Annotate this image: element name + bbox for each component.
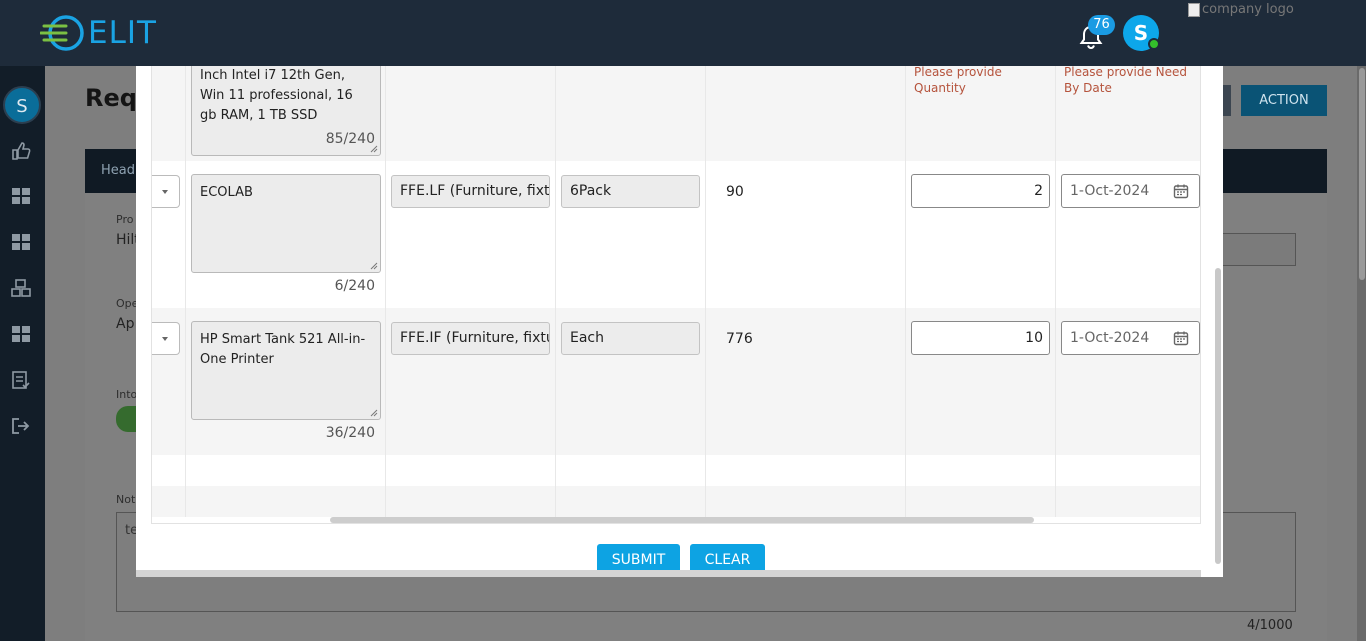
logo-text: ELIT [88, 15, 157, 51]
grid-icon[interactable] [11, 325, 31, 343]
calendar-icon[interactable] [1173, 330, 1189, 346]
sign-out-icon[interactable] [11, 417, 31, 435]
grid-icon[interactable] [11, 187, 31, 205]
description-text: HP Smart Tank 521 All-in-One Printer [200, 332, 366, 367]
item-select-dropdown[interactable] [152, 175, 180, 208]
description-textarea[interactable]: ECOLAB [191, 174, 381, 273]
quantity-error: Please provide Quantity [914, 66, 1002, 95]
chevron-down-icon [162, 337, 168, 341]
table-horizontal-scrollbar[interactable] [330, 517, 1034, 523]
category-field: FFE.LF (Furniture, fixtures [391, 175, 550, 208]
card-header-label: Head [101, 163, 135, 178]
need-by-date-input[interactable]: 1-Oct-2024 [1061, 321, 1200, 355]
table-row: HP Smart Tank 521 All-in-One Printer 36/… [152, 308, 1200, 455]
quantity-input[interactable]: 10 [911, 321, 1050, 355]
sidebar-avatar[interactable]: S [3, 86, 41, 124]
resize-grip-icon[interactable] [370, 409, 378, 417]
table-row: ECOLAB 6/240 FFE.LF (Furniture, fixtures… [152, 161, 1200, 308]
table-row [152, 455, 1200, 486]
action-button[interactable]: ACTION [1241, 85, 1327, 116]
description-counter: 6/240 [334, 278, 375, 294]
top-navbar: ELIT 76 S company logo [0, 0, 1366, 66]
need-by-date-value: 1-Oct-2024 [1070, 330, 1150, 346]
company-logo-alt-text: company logo [1202, 2, 1294, 17]
line-items-table: Inch Intel i7 12th Gen, Win 11 professio… [151, 66, 1201, 524]
logo-mark-icon [40, 15, 84, 51]
description-textarea[interactable]: HP Smart Tank 521 All-in-One Printer [191, 321, 381, 420]
category-field: FFE.IF (Furniture, fixtures [391, 322, 550, 355]
app-logo[interactable]: ELIT [40, 12, 157, 54]
table-row: Inch Intel i7 12th Gen, Win 11 professio… [152, 66, 1200, 161]
line-items-modal: Inch Intel i7 12th Gen, Win 11 professio… [136, 66, 1223, 577]
page-scrollbar-thumb[interactable] [1359, 68, 1365, 280]
field-label-internal: Into [116, 388, 138, 401]
chevron-down-icon [162, 190, 168, 194]
unit-price: 90 [726, 184, 744, 200]
need-by-date-value: 1-Oct-2024 [1070, 183, 1150, 199]
notification-count-badge: 76 [1088, 15, 1115, 35]
item-select-dropdown[interactable] [152, 322, 180, 355]
description-text: Inch Intel i7 12th Gen, Win 11 professio… [200, 68, 353, 123]
notes-counter: 4/1000 [1247, 618, 1293, 633]
modal-footer-edge [136, 570, 1201, 577]
list-check-icon[interactable] [11, 371, 31, 389]
resize-grip-icon[interactable] [370, 262, 378, 270]
description-text: ECOLAB [200, 185, 253, 200]
boxes-icon[interactable] [11, 279, 31, 297]
sidebar: S [0, 66, 45, 641]
uom-field: 6Pack [561, 175, 700, 208]
online-status-indicator [1148, 38, 1160, 50]
modal-scrollbar-thumb[interactable] [1215, 268, 1221, 564]
description-counter: 36/240 [325, 425, 375, 441]
table-row [152, 486, 1200, 517]
notes-label: Not [116, 493, 136, 506]
thumbs-up-icon[interactable] [11, 142, 31, 160]
quantity-input[interactable]: 2 [911, 174, 1050, 208]
description-counter: 85/240 [325, 131, 375, 147]
field-label-property: Pro [116, 213, 134, 226]
need-by-date-input[interactable]: 1-Oct-2024 [1061, 174, 1200, 208]
grid-icon[interactable] [11, 233, 31, 251]
calendar-icon[interactable] [1173, 183, 1189, 199]
company-logo: company logo [1188, 2, 1294, 17]
unit-price: 776 [726, 331, 753, 347]
field-value-operation: Ap [116, 316, 135, 332]
need-by-date-error: Please provide Need By Date [1064, 66, 1187, 95]
uom-field: Each [561, 322, 700, 355]
broken-image-icon [1188, 2, 1200, 17]
